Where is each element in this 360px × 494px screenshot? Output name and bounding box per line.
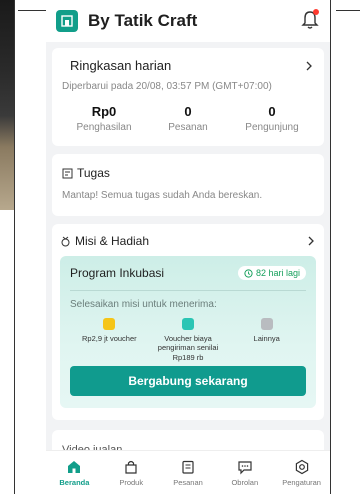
background-right — [330, 0, 360, 494]
nav-products[interactable]: Produk — [103, 451, 160, 494]
summary-stats: Rp0 Penghasilan 0 Pesanan 0 Pengunjung — [62, 104, 314, 133]
store-name[interactable]: By Tatik Craft — [88, 11, 197, 31]
divider — [14, 0, 15, 494]
background-photo-left — [0, 0, 46, 494]
app-header: By Tatik Craft — [46, 0, 330, 42]
notification-bell-icon[interactable] — [300, 9, 320, 31]
nav-label: Obrolan — [231, 477, 259, 487]
medal-icon — [61, 236, 70, 246]
task-list-icon — [62, 168, 73, 178]
reward-label: Voucher biaya pengiriman senilai Rp189 r… — [157, 334, 219, 362]
nav-label: Pengaturan — [282, 477, 321, 487]
stat-label: Pesanan — [168, 122, 208, 133]
tasks-message: Mantap! Semua tugas sudah Anda bereskan. — [62, 190, 263, 201]
tasks-card: Tugas Mantap! Semua tugas sudah Anda ber… — [52, 154, 324, 216]
home-icon — [68, 460, 81, 473]
product-bag-icon — [125, 460, 137, 474]
nav-settings[interactable]: Pengaturan — [273, 451, 330, 494]
nav-label: Pesanan — [173, 477, 203, 487]
stat-value: 0 — [268, 104, 276, 119]
missions-title: Misi & Hadiah — [75, 234, 150, 248]
stat-label: Pengunjung — [245, 122, 299, 133]
chevron-right-icon[interactable] — [306, 236, 316, 246]
nav-home[interactable]: Beranda — [46, 451, 103, 494]
more-gifts-icon — [260, 318, 273, 330]
incubation-program-panel: Program Inkubasi 82 hari lagi Selesaikan… — [60, 256, 316, 408]
background-photo-strip — [0, 0, 14, 210]
reward-label: Lainnya — [253, 334, 280, 343]
store-glyph-icon — [61, 15, 73, 27]
days-left-badge: 82 hari lagi — [237, 266, 306, 280]
reward-item: Rp2,9 jt voucher — [70, 318, 149, 362]
join-now-button[interactable]: Bergabung sekarang — [70, 366, 306, 396]
nav-chat[interactable]: Obrolan — [216, 451, 273, 494]
divider — [18, 10, 46, 11]
stat-visitors: 0 Pengunjung — [230, 104, 314, 133]
divider — [330, 0, 331, 494]
missions-card: Misi & Hadiah Program Inkubasi 82 hari l… — [52, 224, 324, 420]
chat-bubble-icon — [238, 460, 252, 474]
nav-orders[interactable]: Pesanan — [160, 451, 217, 494]
summary-title: Ringkasan harian — [70, 58, 172, 73]
reward-item: Voucher biaya pengiriman senilai Rp189 r… — [149, 318, 228, 362]
shipping-voucher-icon — [182, 318, 194, 330]
notification-dot — [313, 9, 319, 15]
chevron-right-icon[interactable] — [304, 61, 314, 71]
divider — [336, 10, 360, 11]
program-subtitle: Selesaikan misi untuk menerima: — [70, 299, 217, 310]
days-left-text: 82 hari lagi — [255, 268, 300, 278]
settings-gear-icon — [295, 459, 308, 474]
reward-item: Lainnya — [227, 318, 306, 362]
stat-value: 0 — [184, 104, 192, 119]
program-title: Program Inkubasi — [70, 266, 165, 280]
nav-label: Produk — [119, 477, 144, 487]
stat-label: Penghasilan — [76, 122, 132, 133]
clock-icon — [244, 268, 253, 278]
reward-label: Rp2,9 jt voucher — [82, 334, 137, 343]
stat-revenue: Rp0 Penghasilan — [62, 104, 146, 133]
daily-summary-card[interactable]: Ringkasan harian Diperbarui pada 20/08, … — [52, 48, 324, 146]
store-icon[interactable] — [56, 10, 78, 32]
stat-orders: 0 Pesanan — [146, 104, 230, 133]
divider — [70, 290, 306, 291]
app-screen: By Tatik Craft Ringkasan harian Diperbar… — [46, 0, 330, 494]
bottom-navigation: Beranda Produk Pesanan Obrolan Pengatura… — [46, 450, 330, 494]
stat-value: Rp0 — [91, 104, 117, 119]
clipboard-icon — [182, 460, 194, 474]
nav-label: Beranda — [59, 477, 90, 487]
rewards-list: Rp2,9 jt voucher Voucher biaya pengirima… — [70, 318, 306, 362]
tasks-title: Tugas — [77, 166, 110, 180]
summary-updated-time: Diperbarui pada 20/08, 03:57 PM (GMT+07:… — [62, 81, 272, 92]
voucher-icon — [103, 318, 116, 330]
